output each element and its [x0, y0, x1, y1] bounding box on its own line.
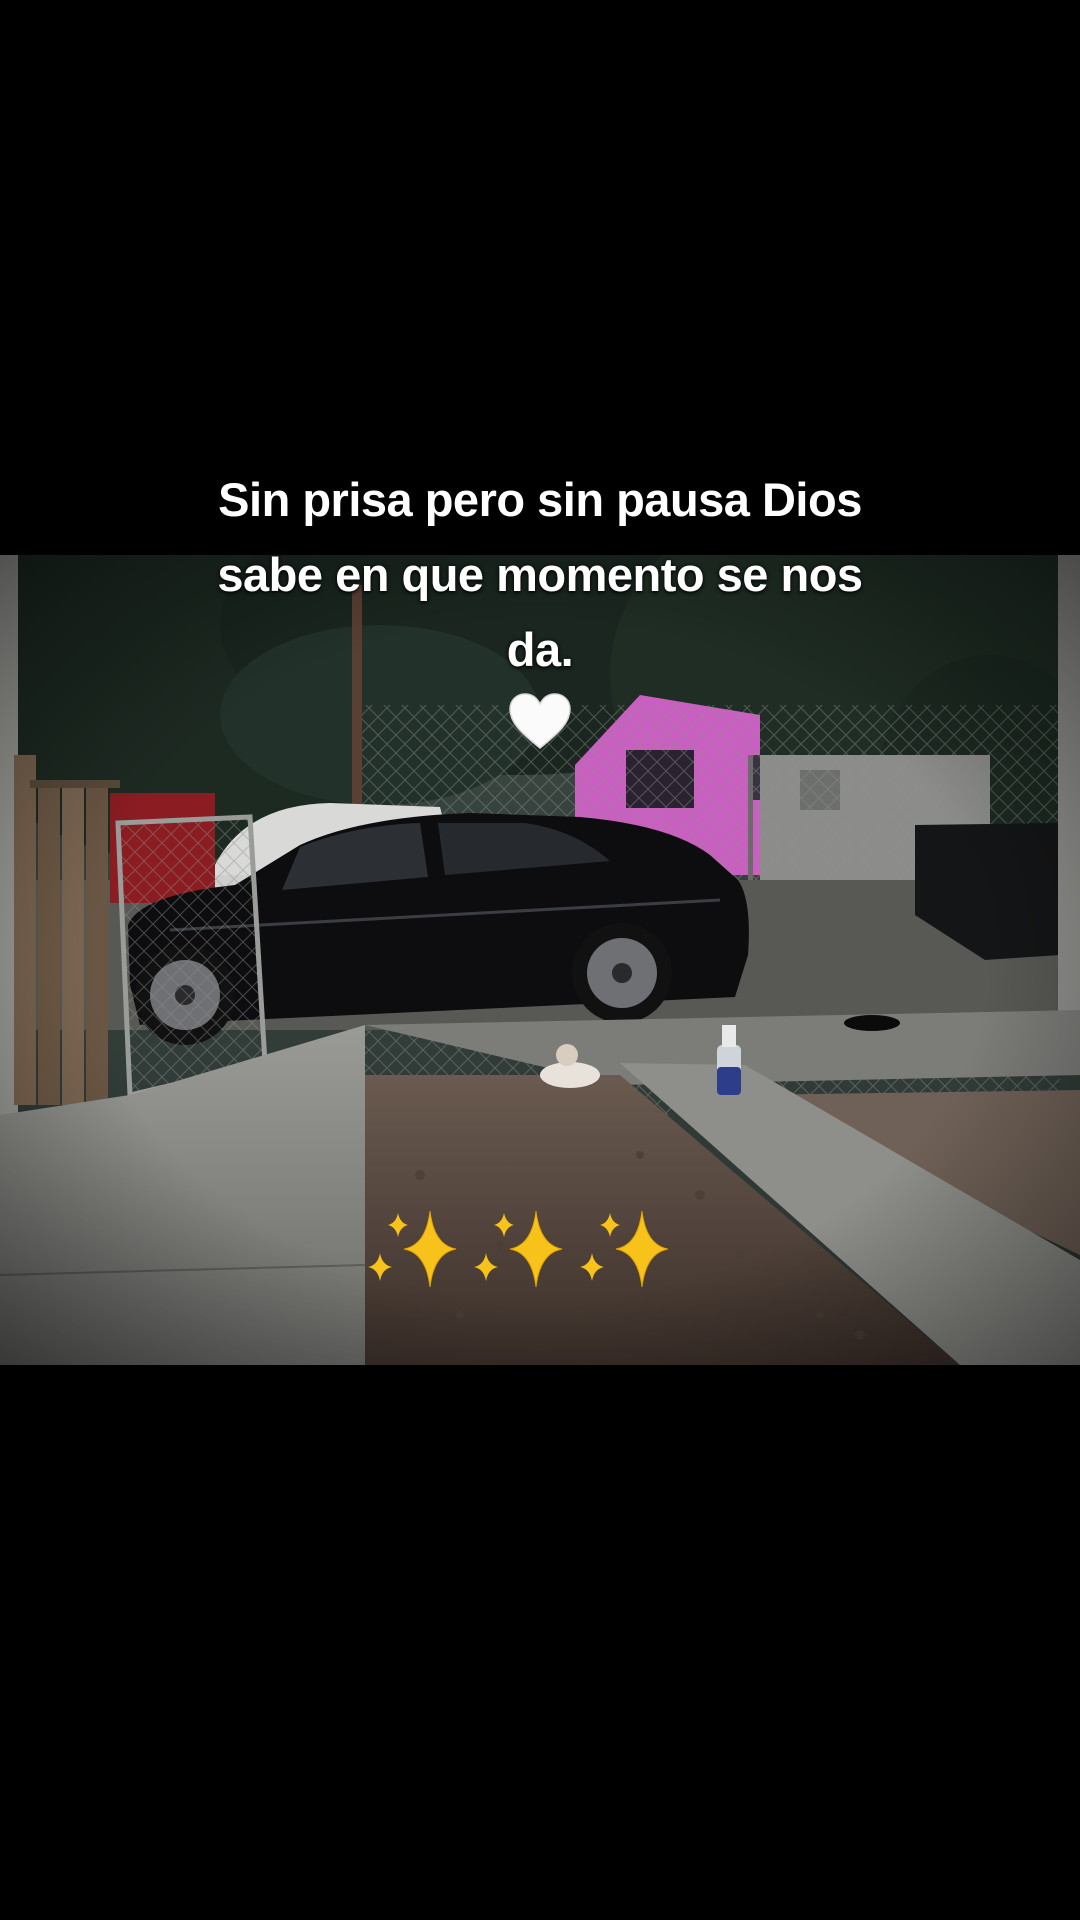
- video-frame: Sin prisa pero sin pausa Dios sabe en qu…: [0, 0, 1080, 1920]
- caption-line-3: da.: [506, 623, 574, 676]
- caption-line-2: sabe en que momento se nos: [217, 548, 863, 601]
- sparkles-icon: [580, 1210, 669, 1288]
- white-heart-icon: [509, 693, 571, 749]
- caption-line-1: Sin prisa pero sin pausa Dios: [218, 473, 862, 526]
- sparkles-icon: [368, 1210, 457, 1288]
- sparkles-icon: [474, 1210, 563, 1288]
- caption-text: Sin prisa pero sin pausa Dios sabe en qu…: [140, 462, 940, 687]
- sparkles-row: [368, 1210, 669, 1288]
